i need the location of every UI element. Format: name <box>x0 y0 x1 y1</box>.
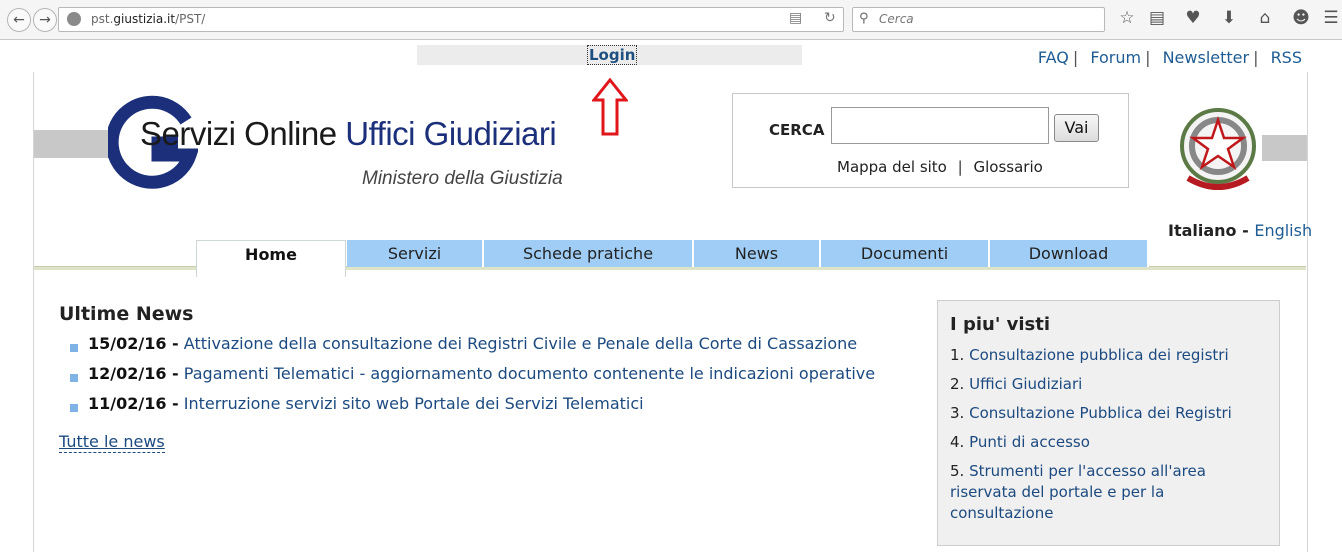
rss-link[interactable]: RSS <box>1271 48 1302 67</box>
browser-search-input[interactable]: ⚲ Cerca <box>852 7 1105 32</box>
search-links: Mappa del sito | Glossario <box>837 158 1043 176</box>
login-link[interactable]: Login <box>587 45 638 65</box>
search-go-button[interactable]: Vai <box>1054 114 1099 142</box>
list-item: 3. Consultazione Pubblica dei Registri <box>950 404 1232 422</box>
most-viewed-box: I piu' visti 1. Consultazione pubblica d… <box>937 300 1280 546</box>
forum-link[interactable]: Forum <box>1090 48 1141 67</box>
top-links: FAQ | Forum | Newsletter | RSS <box>1037 48 1302 67</box>
tab-download[interactable]: Download <box>990 240 1149 267</box>
bookmarks-menu-icon[interactable]: ▤ <box>1146 8 1168 28</box>
glossary-link[interactable]: Glossario <box>974 158 1043 176</box>
tab-schede-pratiche[interactable]: Schede pratiche <box>484 240 694 267</box>
header-decor-right <box>1262 135 1307 161</box>
bullet-icon <box>70 374 78 382</box>
news-link[interactable]: Attivazione della consultazione dei Regi… <box>184 334 857 353</box>
download-icon[interactable]: ⬇ <box>1218 8 1240 28</box>
search-label: CERCA <box>769 121 825 139</box>
site-search-box: CERCA Vai Mappa del sito | Glossario <box>732 93 1129 188</box>
reader-view-icon[interactable]: ▤ <box>789 10 802 26</box>
site-title[interactable]: Servizi Online Uffici Giudiziari <box>140 115 557 153</box>
chat-icon[interactable]: ☻ <box>1290 8 1312 28</box>
header-decor-left <box>34 130 114 158</box>
site-subtitle: Ministero della Giustizia <box>362 168 563 189</box>
lang-italiano: Italiano <box>1168 221 1237 240</box>
reload-icon[interactable]: ↻ <box>824 10 836 26</box>
lang-english-link[interactable]: English <box>1254 221 1312 240</box>
pocket-icon[interactable]: ♥ <box>1182 8 1204 28</box>
most-viewed-link[interactable]: Strumenti per l'accesso all'area riserva… <box>950 462 1206 522</box>
globe-icon <box>67 12 81 26</box>
news-list: 15/02/16 - Attivazione della consultazio… <box>70 333 875 423</box>
news-heading: Ultime News <box>59 303 194 325</box>
address-bar[interactable]: pst.giustizia.it/PST/ ▤ ↻ <box>58 7 844 32</box>
most-viewed-link[interactable]: Punti di accesso <box>969 433 1090 451</box>
browser-toolbar: ← → pst.giustizia.it/PST/ ▤ ↻ ⚲ Cerca ☆ … <box>0 0 1342 40</box>
newsletter-link[interactable]: Newsletter <box>1163 48 1250 67</box>
tab-home[interactable]: Home <box>196 240 346 277</box>
news-link[interactable]: Pagamenti Telematici - aggiornamento doc… <box>184 364 875 383</box>
search-icon: ⚲ <box>859 11 869 26</box>
list-item: 1. Consultazione pubblica dei registri <box>950 346 1229 364</box>
bullet-icon <box>70 344 78 352</box>
language-switch: Italiano - English <box>1168 221 1313 240</box>
most-viewed-link[interactable]: Consultazione Pubblica dei Registri <box>969 404 1232 422</box>
bookmark-star-icon[interactable]: ☆ <box>1116 8 1138 28</box>
menu-icon[interactable]: ☰ <box>1320 8 1342 28</box>
sitemap-link[interactable]: Mappa del sito <box>837 158 947 176</box>
list-item: 12/02/16 - Pagamenti Telematici - aggior… <box>70 363 875 393</box>
most-viewed-link[interactable]: Uffici Giudiziari <box>969 375 1082 393</box>
search-placeholder: Cerca <box>879 12 914 26</box>
list-item: 11/02/16 - Interruzione servizi sito web… <box>70 393 875 423</box>
tab-documenti[interactable]: Documenti <box>821 240 990 267</box>
most-viewed-list: 1. Consultazione pubblica dei registri 2… <box>950 345 1250 532</box>
faq-link[interactable]: FAQ <box>1038 48 1069 67</box>
news-link[interactable]: Interruzione servizi sito web Portale de… <box>184 394 644 413</box>
site-search-input[interactable] <box>831 107 1049 144</box>
most-viewed-heading: I piu' visti <box>950 314 1051 335</box>
bullet-icon <box>70 404 78 412</box>
back-icon[interactable]: ← <box>7 8 31 32</box>
forward-icon[interactable]: → <box>33 8 57 32</box>
all-news-link[interactable]: Tutte le news <box>59 432 165 453</box>
republic-emblem-icon <box>1180 108 1256 190</box>
list-item: 2. Uffici Giudiziari <box>950 375 1083 393</box>
most-viewed-link[interactable]: Consultazione pubblica dei registri <box>969 346 1229 364</box>
list-item: 5. Strumenti per l'accesso all'area rise… <box>950 462 1206 522</box>
list-item: 4. Punti di accesso <box>950 433 1090 451</box>
list-item: 15/02/16 - Attivazione della consultazio… <box>70 333 875 363</box>
url-text: pst.giustizia.it/PST/ <box>91 12 206 26</box>
tab-servizi[interactable]: Servizi <box>347 240 484 267</box>
home-icon[interactable]: ⌂ <box>1254 8 1276 28</box>
tab-news[interactable]: News <box>694 240 821 267</box>
